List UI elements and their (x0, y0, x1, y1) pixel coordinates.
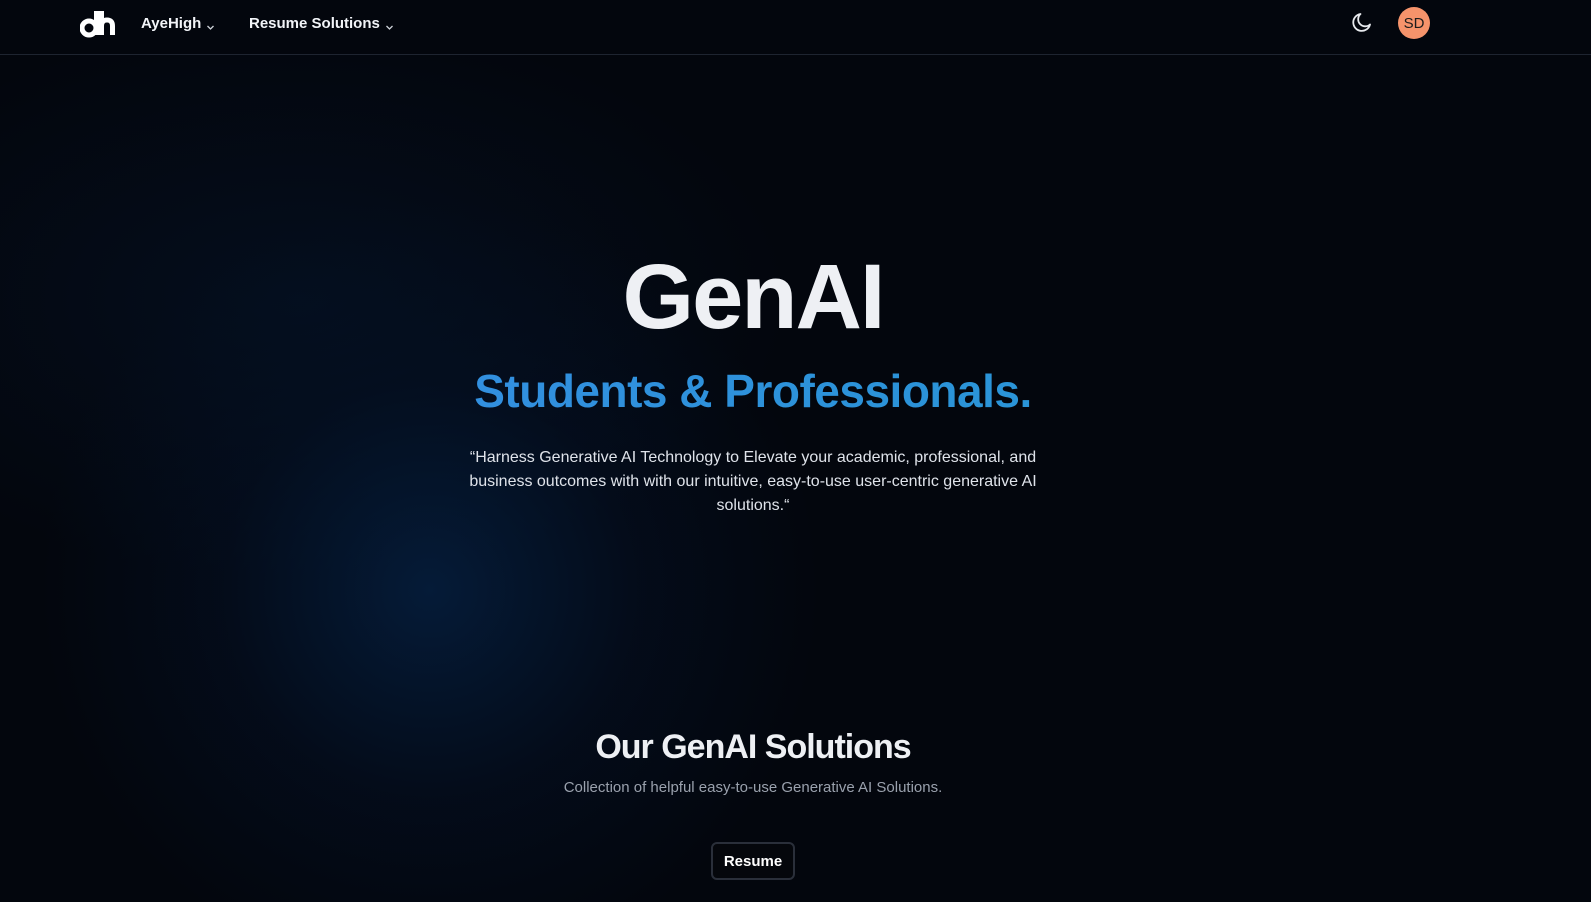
moon-icon[interactable] (1350, 10, 1374, 34)
chevron-down-icon (385, 19, 394, 30)
page: AyeHigh Resume Solutions SD GenAI Studen… (0, 0, 1591, 902)
chevron-down-icon (206, 19, 215, 30)
solutions-title: Our GenAI Solutions (595, 728, 911, 766)
dh-logo-icon[interactable] (79, 6, 116, 42)
nav-resume-solutions-label: Resume Solutions (249, 14, 380, 32)
nav-resume-solutions-dropdown[interactable]: Resume Solutions (249, 14, 394, 32)
hero-subtitle: Students & Professionals. (0, 364, 1506, 418)
nav-ayehigh-dropdown[interactable]: AyeHigh (141, 14, 215, 32)
top-navbar: AyeHigh Resume Solutions SD (0, 0, 1591, 55)
tab-resume[interactable]: Resume (711, 842, 795, 880)
nav-ayehigh-label: AyeHigh (141, 14, 202, 32)
avatar[interactable]: SD (1398, 7, 1430, 39)
hero-title: GenAI (622, 246, 886, 348)
hero-quote: “Harness Generative AI Technology to Ele… (469, 449, 1037, 514)
solutions-subtitle: Collection of helpful easy-to-use Genera… (563, 779, 943, 796)
